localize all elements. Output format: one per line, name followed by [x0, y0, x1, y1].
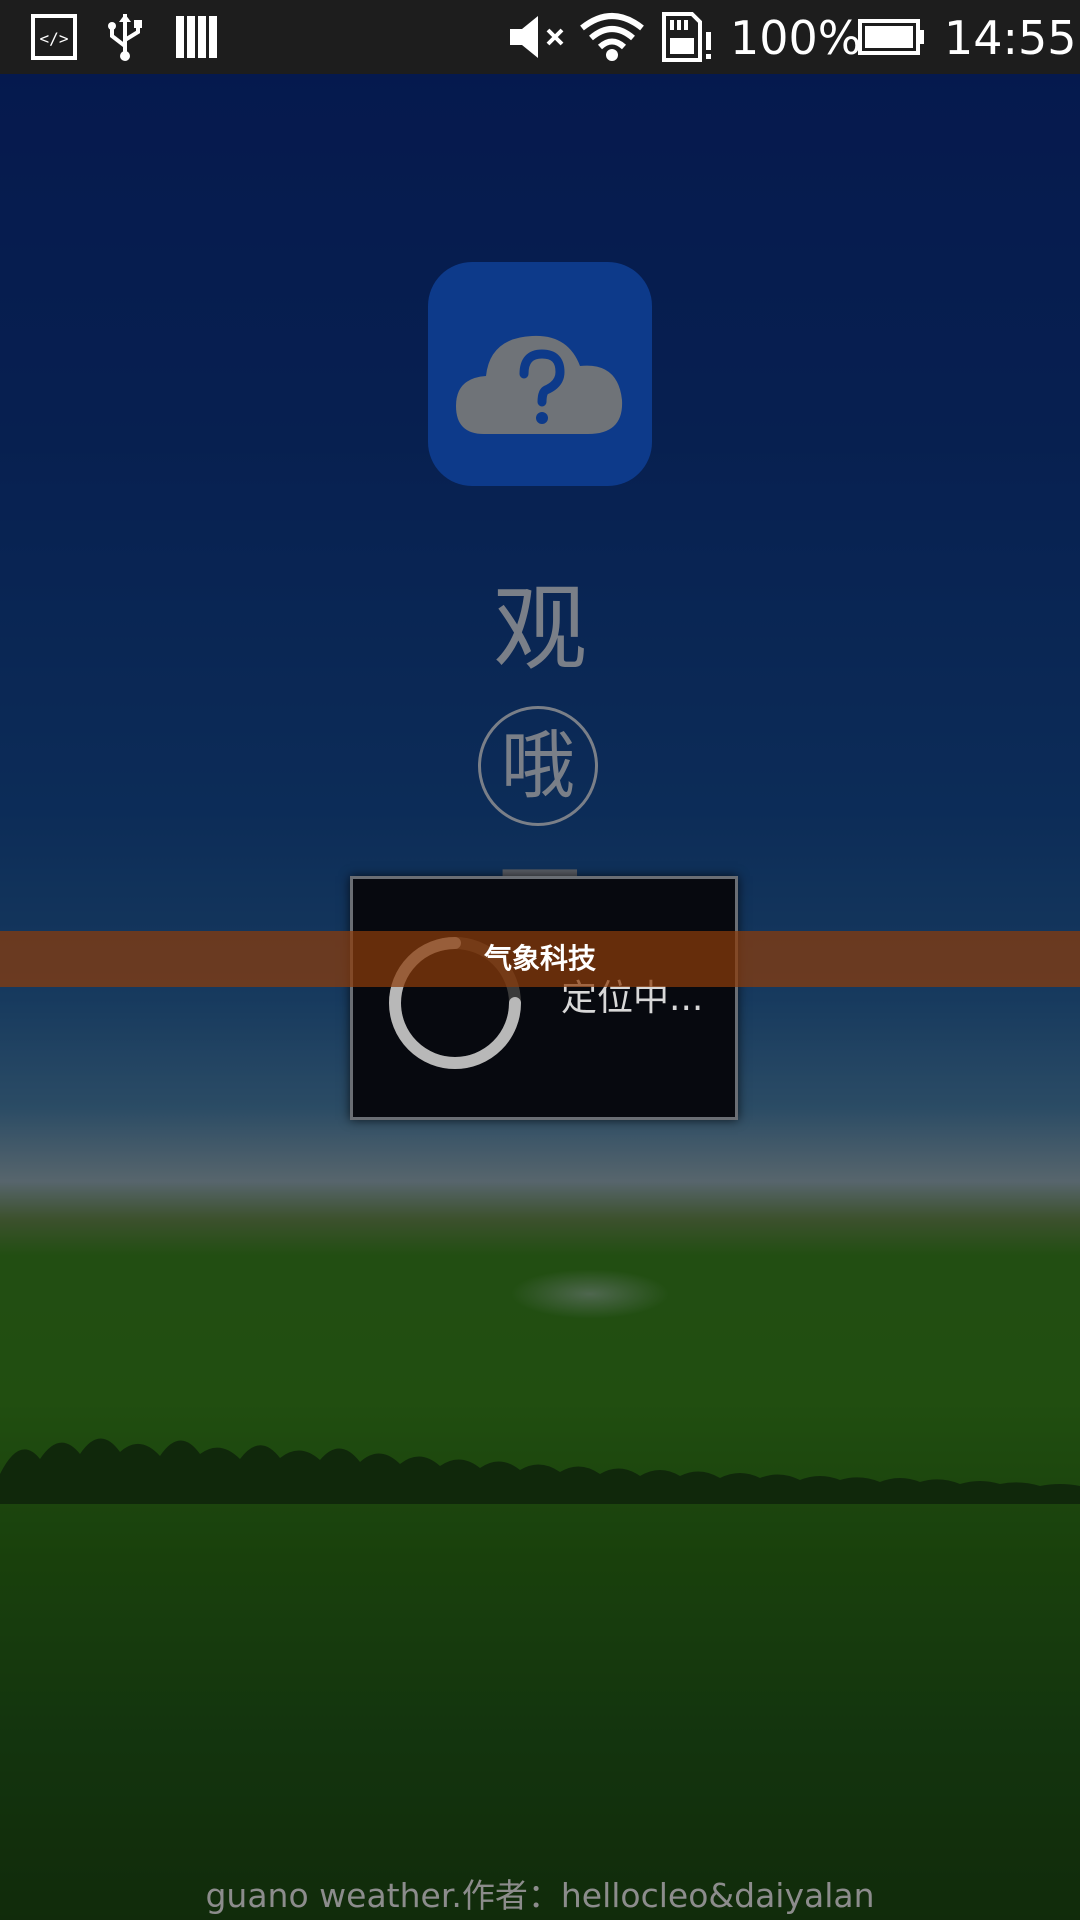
sd-card-alert-icon — [660, 12, 716, 62]
toast-text: 气象科技 — [483, 942, 596, 975]
svg-text:</>: </> — [40, 29, 69, 48]
usb-icon — [102, 12, 148, 62]
title-char-2-circle: 哦 — [478, 706, 598, 826]
battery-percent: 100% — [730, 11, 862, 65]
toast-banner: 气象科技 — [0, 931, 1080, 987]
screen: 观 哦 天 气 定位中... 气象科技 guano weather.作者：hel… — [0, 0, 1080, 1920]
wifi-icon — [578, 12, 646, 62]
developer-code-icon: </> — [30, 12, 78, 62]
title-char-2: 哦 — [501, 723, 575, 809]
cloud-question-icon — [428, 262, 652, 486]
status-bar: </> 100% 14:55 — [0, 0, 1080, 74]
clock: 14:55 — [944, 11, 1077, 65]
storage-bars-icon — [174, 12, 220, 62]
progress-dialog: 定位中... — [350, 876, 738, 1120]
battery-icon — [858, 12, 926, 62]
title-char-1: 观 — [492, 575, 587, 684]
mute-icon — [506, 12, 570, 62]
footer-credit: guano weather.作者：hellocleo&daiyalan — [205, 1876, 875, 1915]
